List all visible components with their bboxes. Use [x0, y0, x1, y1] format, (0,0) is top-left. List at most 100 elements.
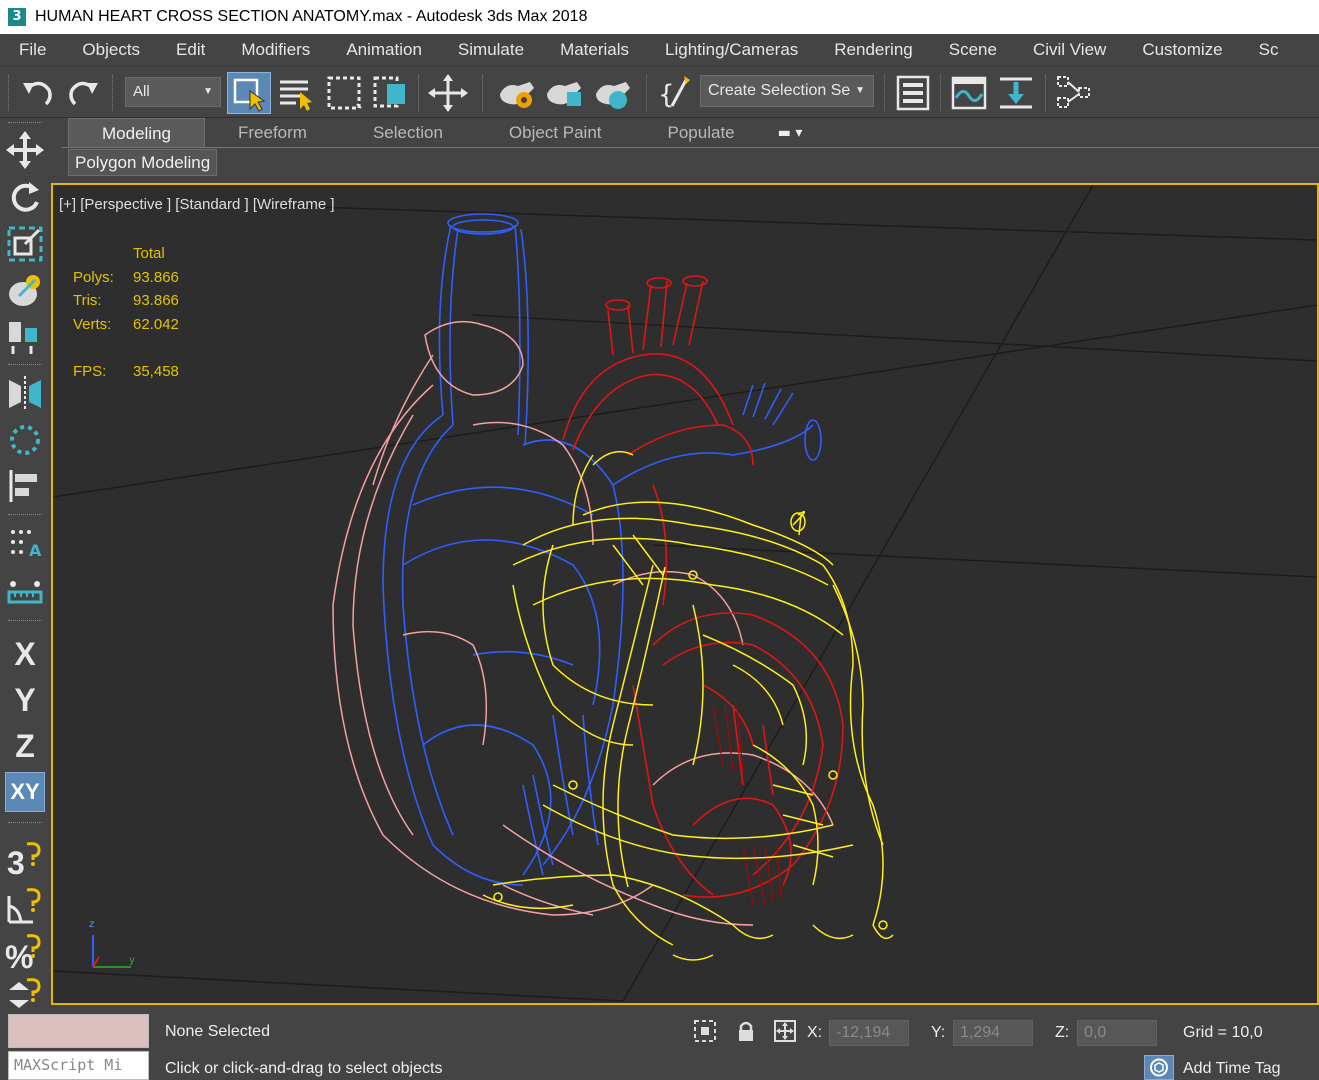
- main-toolbar: All ▼ { Create Selection Se ▼: [0, 66, 1319, 118]
- stats-fps-label: FPS:: [73, 362, 107, 380]
- schematic-view-icon[interactable]: [1055, 74, 1095, 112]
- align-icon[interactable]: [5, 466, 45, 506]
- dope-sheet-icon[interactable]: [998, 74, 1034, 112]
- y-coordinate-field[interactable]: 1,294: [953, 1020, 1033, 1046]
- add-time-tag-button[interactable]: Add Time Tag: [1183, 1060, 1281, 1078]
- array-icon[interactable]: [5, 420, 45, 460]
- window-title: HUMAN HEART CROSS SECTION ANATOMY.max - …: [35, 8, 588, 25]
- axis-gizmo-y-label: y: [129, 955, 135, 966]
- menu-scene[interactable]: Scene: [931, 34, 1015, 66]
- axis-constraint-y[interactable]: Y: [5, 680, 45, 720]
- tab-populate[interactable]: Populate: [635, 118, 768, 148]
- viewport-label-menu[interactable]: [+] [Perspective ] [Standard ] [Wirefram…: [59, 196, 335, 213]
- menu-lighting-cameras[interactable]: Lighting/Cameras: [647, 34, 816, 66]
- angle-snap-icon[interactable]: [5, 886, 45, 926]
- stats-verts-value: 62.042: [133, 315, 179, 333]
- percent-snap-icon[interactable]: %: [5, 932, 45, 975]
- menu-civil-view[interactable]: Civil View: [1015, 34, 1124, 66]
- stats-tris-value: 93.866: [133, 292, 179, 309]
- svg-text:A: A: [29, 541, 42, 560]
- ribbon: Modeling Freeform Selection Object Paint…: [62, 118, 1319, 178]
- move-icon[interactable]: [5, 130, 45, 170]
- rotate-icon[interactable]: [5, 178, 45, 218]
- select-and-move-icon[interactable]: [428, 74, 468, 112]
- chevron-down-icon: ▼: [203, 86, 213, 97]
- menu-edit[interactable]: Edit: [158, 34, 223, 66]
- axis-constraint-x[interactable]: X: [5, 634, 45, 674]
- perspective-viewport[interactable]: [+] [Perspective ] [Standard ] [Wirefram…: [51, 183, 1319, 1005]
- tab-object-paint[interactable]: Object Paint: [476, 118, 635, 148]
- tab-freeform[interactable]: Freeform: [205, 118, 340, 148]
- command-toolbar: A X Y Z XY 3 %: [0, 118, 50, 1012]
- scale-icon[interactable]: [5, 224, 45, 264]
- tab-modeling[interactable]: Modeling: [68, 118, 205, 148]
- grid-size-readout: Grid = 10,0: [1183, 1024, 1263, 1041]
- ribbon-tabs: Modeling Freeform Selection Object Paint…: [68, 118, 802, 148]
- menu-scripting[interactable]: Sc: [1241, 34, 1297, 66]
- stats-polys-value: 93.866: [133, 268, 179, 286]
- axis-constraint-xy[interactable]: XY: [5, 772, 45, 812]
- select-by-name-icon[interactable]: [278, 74, 318, 112]
- layer-explorer-icon[interactable]: [895, 74, 931, 112]
- window-crossing-icon[interactable]: [371, 74, 411, 112]
- menu-rendering[interactable]: Rendering: [816, 34, 930, 66]
- mini-listener-output[interactable]: [8, 1014, 149, 1048]
- percent-snap-label: %: [5, 939, 33, 972]
- menu-customize[interactable]: Customize: [1124, 34, 1240, 66]
- selection-filter-value: All: [133, 83, 150, 100]
- z-coordinate-label: Z:: [1055, 1024, 1070, 1041]
- title-bar: 3 HUMAN HEART CROSS SECTION ANATOMY.max …: [0, 0, 1319, 34]
- z-coordinate-field[interactable]: 0,0: [1077, 1020, 1157, 1046]
- stats-polys-label: Polys:: [73, 268, 114, 286]
- stats-tris-label: Tris:: [73, 292, 102, 309]
- stats-verts-label: Verts:: [73, 315, 112, 333]
- x-coordinate-field[interactable]: -12,194: [829, 1020, 909, 1046]
- undo-icon[interactable]: [20, 74, 56, 112]
- redo-icon[interactable]: [65, 74, 101, 112]
- menu-modifiers[interactable]: Modifiers: [223, 34, 328, 66]
- prompt-line: Click or click-and-drag to select object…: [165, 1060, 443, 1077]
- menu-simulate[interactable]: Simulate: [440, 34, 542, 66]
- x-coordinate-label: X:: [807, 1024, 823, 1041]
- named-selection-placeholder: Create Selection Se: [708, 82, 851, 99]
- status-bar: MAXScript Mi None Selected Click or clic…: [0, 1008, 1319, 1080]
- script-editor-icon[interactable]: {: [656, 74, 696, 112]
- axis-constraint-z[interactable]: Z: [5, 726, 45, 766]
- mirror-icon[interactable]: [5, 372, 45, 412]
- place-icon[interactable]: [5, 270, 45, 310]
- absolute-mode-transform-icon[interactable]: [772, 1018, 798, 1048]
- menu-animation[interactable]: Animation: [328, 34, 440, 66]
- render-setup-icon[interactable]: [496, 74, 540, 112]
- ribbon-divider: [62, 147, 1319, 148]
- stats-header: Total: [133, 245, 165, 262]
- align-to-view-icon[interactable]: [5, 316, 45, 356]
- measure-icon[interactable]: [5, 570, 45, 610]
- polygon-modeling-button[interactable]: Polygon Modeling: [68, 149, 218, 176]
- selection-filter-dropdown[interactable]: All ▼: [125, 77, 221, 107]
- tab-selection[interactable]: Selection: [340, 118, 476, 148]
- isolate-selection-icon[interactable]: [692, 1018, 718, 1048]
- y-coordinate-label: Y:: [931, 1024, 946, 1041]
- time-tag-icon[interactable]: [1144, 1055, 1174, 1080]
- spacing-tool-icon[interactable]: A: [5, 522, 45, 562]
- heart-wireframe-canvas: [53, 185, 1317, 1002]
- 3ds-max-app-icon[interactable]: 3: [8, 8, 26, 26]
- chevron-down-icon: ▼: [855, 85, 865, 96]
- rectangular-selection-icon[interactable]: [325, 74, 365, 112]
- menu-bar: File Objects Edit Modifiers Animation Si…: [0, 34, 1319, 66]
- ribbon-options-icon[interactable]: ▬ ▾: [768, 118, 803, 148]
- menu-file[interactable]: File: [0, 34, 64, 66]
- axis-gizmo-z-label: z: [89, 919, 95, 930]
- viewport-statistics: Total Polys: 93.866 Tris: 93.866 Verts: 62.…: [73, 242, 213, 383]
- selection-lock-icon[interactable]: [733, 1018, 759, 1048]
- curve-editor-icon[interactable]: [951, 74, 987, 112]
- named-selection-set-dropdown[interactable]: Create Selection Se ▼: [700, 75, 874, 107]
- rendered-frame-window-icon[interactable]: [543, 74, 587, 112]
- selection-status: None Selected: [165, 1023, 270, 1040]
- maxscript-mini-listener-input[interactable]: MAXScript Mi: [8, 1051, 149, 1080]
- select-object-icon[interactable]: [227, 72, 271, 114]
- snap-toggle-icon[interactable]: 3: [5, 840, 45, 881]
- menu-objects[interactable]: Objects: [64, 34, 158, 66]
- render-production-icon[interactable]: [592, 74, 636, 112]
- menu-materials[interactable]: Materials: [542, 34, 647, 66]
